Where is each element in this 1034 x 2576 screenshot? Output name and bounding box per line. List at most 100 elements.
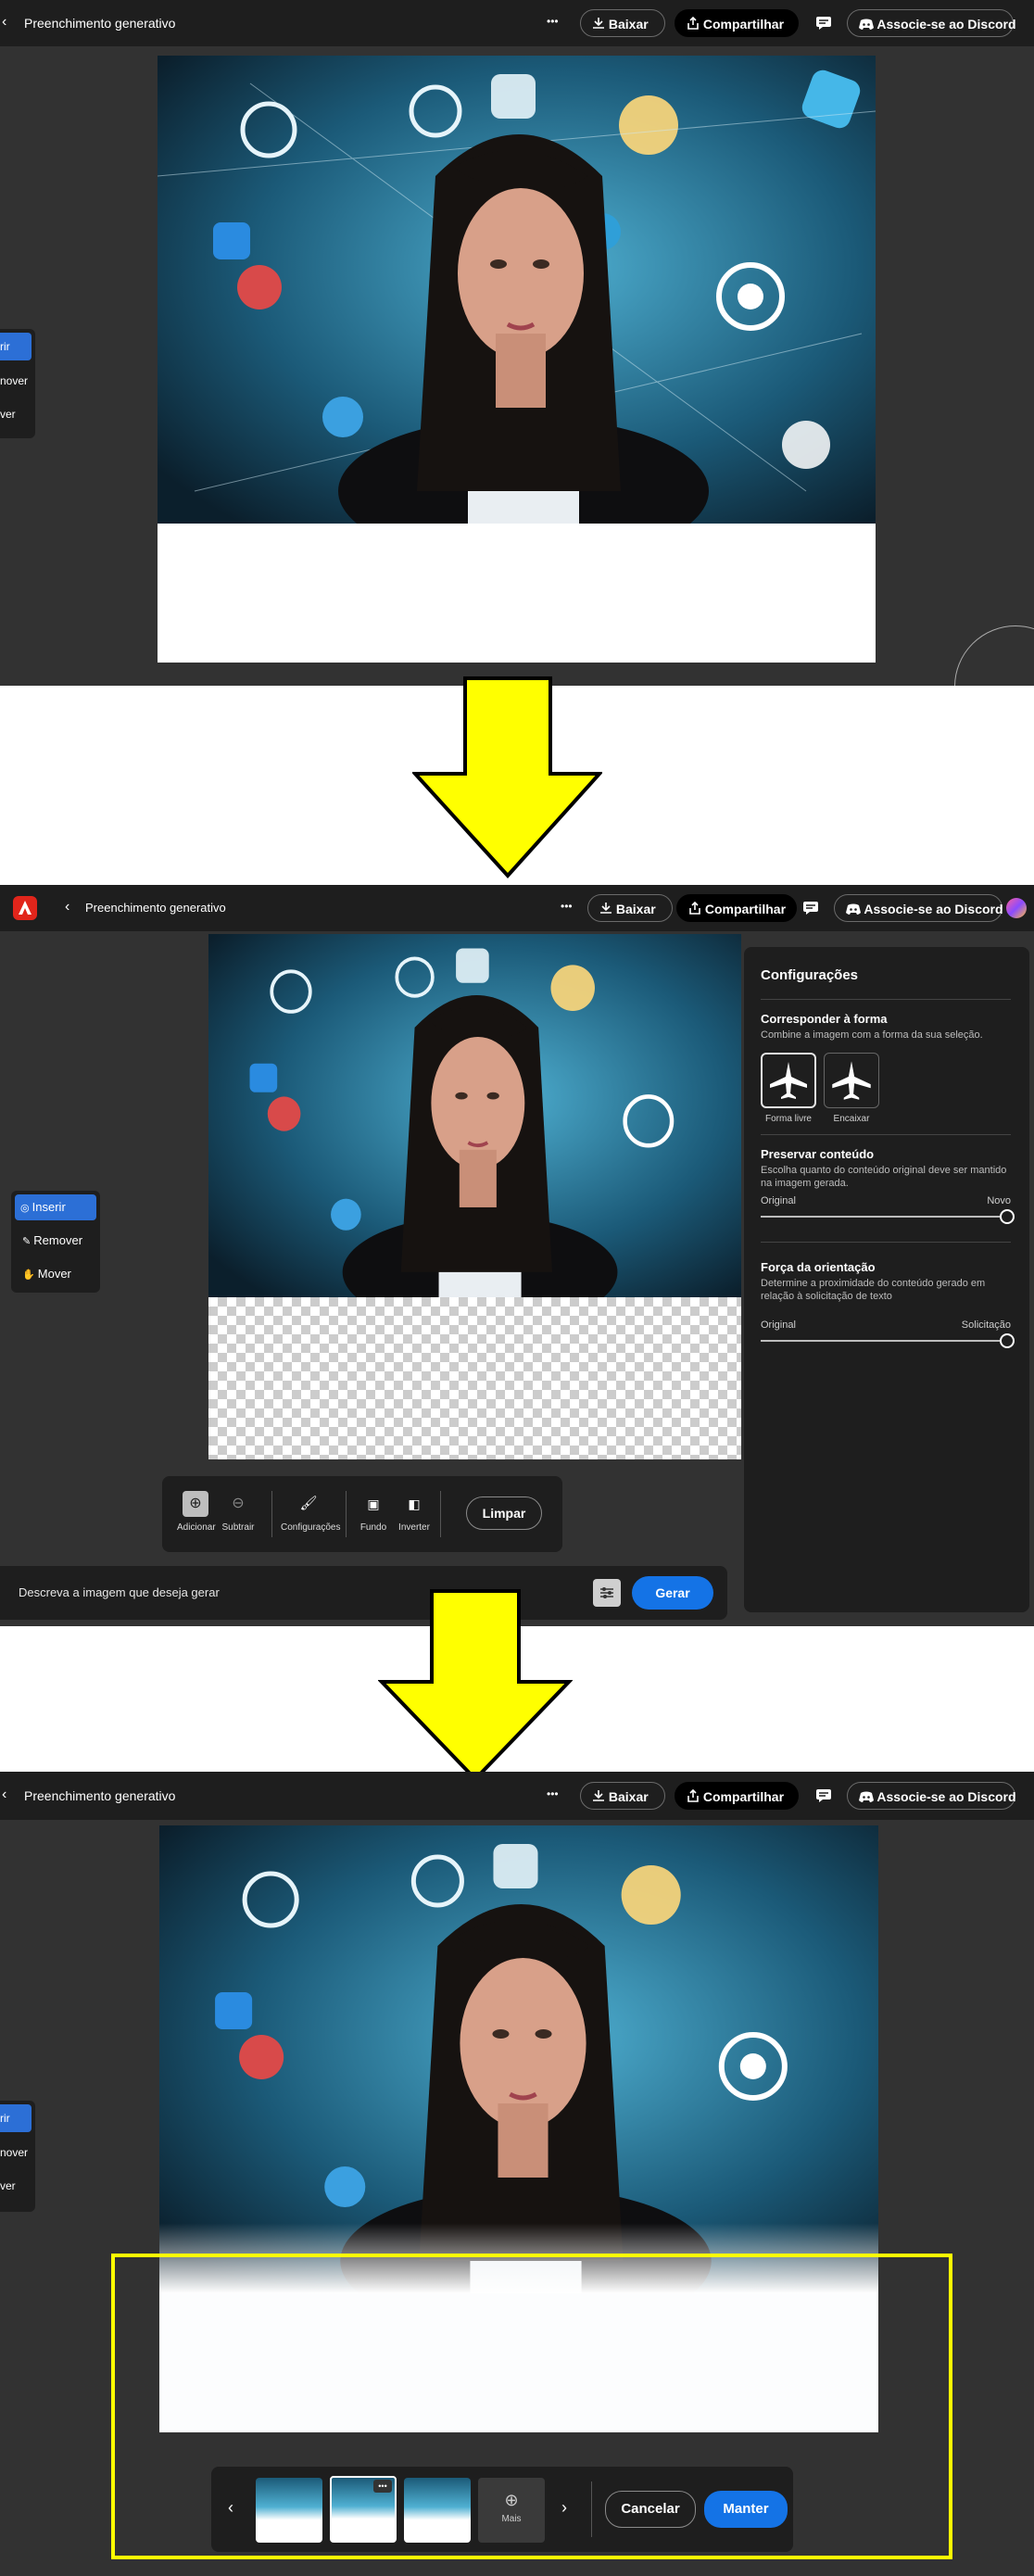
add-icon: ⊕ xyxy=(183,1491,208,1517)
share-icon xyxy=(687,11,700,39)
divider xyxy=(761,999,1011,1000)
download-button[interactable]: Baixar xyxy=(580,9,665,37)
preserve-desc: Escolha quanto do conteúdo original deve… xyxy=(761,1165,1007,1189)
app-title: Preenchimento generativo xyxy=(24,1788,176,1803)
match-shape-desc: Combine a imagem com a forma da sua sele… xyxy=(761,1029,983,1041)
side-menu-insert[interactable]: ◎ Inserir xyxy=(15,1194,96,1220)
divider xyxy=(761,1134,1011,1135)
side-menu-move[interactable]: ver xyxy=(0,398,35,431)
side-menu-remove[interactable]: nover xyxy=(0,364,35,398)
portrait-illustration xyxy=(208,934,741,1297)
guidance-min-label: Original xyxy=(761,1320,796,1331)
discord-button[interactable]: Associe-se ao Discord xyxy=(834,894,1003,922)
back-chevron-icon[interactable]: ‹ xyxy=(2,14,6,31)
tool-background[interactable]: ▣ Fundo xyxy=(355,1491,392,1533)
toolbar-divider xyxy=(271,1491,272,1537)
tool-settings[interactable]: 🖌 Configurações xyxy=(281,1491,340,1533)
prompt-settings-icon[interactable] xyxy=(593,1579,621,1607)
more-icon[interactable]: ••• xyxy=(561,900,573,913)
download-label: Baixar xyxy=(608,17,649,32)
share-label: Compartilhar xyxy=(704,902,787,916)
portrait-illustration xyxy=(158,56,876,524)
tool-add-label: Adicionar xyxy=(177,1522,216,1533)
back-chevron-icon[interactable]: ‹ xyxy=(2,1787,6,1803)
share-button[interactable]: Compartilhar xyxy=(675,1782,799,1810)
side-menu-remove[interactable]: ✎ Remover xyxy=(11,1224,100,1257)
guidance-slider-track[interactable] xyxy=(761,1340,1005,1342)
airplane-icon xyxy=(770,1062,807,1099)
download-button[interactable]: Baixar xyxy=(580,1782,665,1810)
download-icon xyxy=(592,11,605,39)
preserve-title: Preservar conteúdo xyxy=(761,1147,875,1161)
canvas-image xyxy=(208,934,741,1297)
panel-settings: ‹ Preenchimento generativo ••• Baixar Co… xyxy=(0,885,1034,1626)
chat-icon[interactable] xyxy=(815,16,832,35)
share-icon xyxy=(688,896,701,924)
panel-after: ‹ Preenchimento generativo ••• Baixar Co… xyxy=(0,1772,1034,2576)
preserve-slider-track[interactable] xyxy=(761,1216,1005,1218)
side-menu-move[interactable]: ✋ Mover xyxy=(11,1257,100,1291)
brush-icon: 🖌 xyxy=(299,1496,318,1511)
clear-button[interactable]: Limpar xyxy=(466,1496,542,1530)
tool-background-label: Fundo xyxy=(359,1522,387,1533)
discord-button[interactable]: Associe-se ao Discord xyxy=(847,9,1016,39)
tool-subtract[interactable]: ⊖ Subtrair xyxy=(220,1491,257,1533)
guidance-slider-thumb[interactable] xyxy=(1000,1333,1015,1348)
guidance-title: Força da orientação xyxy=(761,1260,876,1274)
discord-icon xyxy=(859,1784,874,1812)
prompt-input[interactable]: Descreva a imagem que deseja gerar xyxy=(19,1585,220,1599)
chat-icon[interactable] xyxy=(815,1788,832,1808)
subtract-icon: ⊖ xyxy=(232,1496,245,1511)
corner-circle-decoration xyxy=(954,625,1034,686)
tool-invert[interactable]: ◧ Inverter xyxy=(396,1491,433,1533)
invert-icon: ◧ xyxy=(408,1496,421,1511)
discord-icon xyxy=(859,11,874,39)
discord-label: Associe-se ao Discord xyxy=(876,1789,1016,1804)
back-chevron-icon[interactable]: ‹ xyxy=(65,899,69,915)
canvas-image xyxy=(159,1825,878,2293)
tool-add[interactable]: ⊕ Adicionar xyxy=(177,1491,216,1533)
portrait-illustration xyxy=(159,1825,878,2293)
prompt-bar: Descreva a imagem que deseja gerar Gerar xyxy=(0,1566,727,1620)
more-icon[interactable]: ••• xyxy=(547,15,559,28)
chat-icon[interactable] xyxy=(802,901,819,920)
tool-subtract-label: Subtrair xyxy=(221,1522,255,1533)
download-label: Baixar xyxy=(615,902,656,916)
side-menu-insert[interactable]: rir xyxy=(0,333,32,360)
app-title: Preenchimento generativo xyxy=(85,901,226,915)
download-button[interactable]: Baixar xyxy=(587,894,673,922)
preserve-slider-thumb[interactable] xyxy=(1000,1209,1015,1224)
side-menu: rir nover ver xyxy=(0,2101,35,2212)
guidance-max-label: Solicitação xyxy=(961,1320,1011,1331)
side-menu-insert[interactable]: rir xyxy=(0,2104,32,2132)
settings-panel: Configurações Corresponder à forma Combi… xyxy=(744,947,1029,1612)
side-menu: ◎ Inserir ✎ Remover ✋ Mover xyxy=(11,1191,100,1293)
share-button[interactable]: Compartilhar xyxy=(675,9,799,37)
side-menu-remove[interactable]: nover xyxy=(0,2136,35,2169)
divider xyxy=(761,1242,1011,1243)
shape-option-fit-label: Encaixar xyxy=(833,1114,870,1124)
remove-label: Remover xyxy=(33,1233,83,1247)
toolbar-divider xyxy=(346,1491,347,1537)
discord-label: Associe-se ao Discord xyxy=(864,902,1003,916)
shape-option-freeform[interactable] xyxy=(761,1053,816,1108)
transparent-area xyxy=(208,1297,741,1459)
side-menu-move[interactable]: ver xyxy=(0,2169,35,2203)
adobe-logo-icon[interactable] xyxy=(13,896,37,920)
more-icon[interactable]: ••• xyxy=(547,1787,559,1800)
top-bar: ‹ Preenchimento generativo ••• Baixar Co… xyxy=(0,0,1034,46)
generate-button[interactable]: Gerar xyxy=(632,1576,713,1610)
shape-option-fit[interactable] xyxy=(824,1053,879,1108)
guidance-desc: Determine a proximidade do conteúdo gera… xyxy=(761,1278,986,1302)
download-icon xyxy=(592,1784,605,1812)
insert-icon: ◎ xyxy=(20,1203,32,1214)
preserve-min-label: Original xyxy=(761,1195,796,1206)
discord-button[interactable]: Associe-se ao Discord xyxy=(847,1782,1016,1812)
highlight-box xyxy=(111,2254,952,2559)
top-bar: ‹ Preenchimento generativo ••• Baixar Co… xyxy=(0,1772,1034,1820)
settings-title: Configurações xyxy=(761,967,859,983)
share-button[interactable]: Compartilhar xyxy=(676,894,797,922)
down-arrow-2 xyxy=(378,1589,573,1782)
avatar[interactable] xyxy=(1006,898,1027,918)
down-arrow-1 xyxy=(412,676,602,878)
